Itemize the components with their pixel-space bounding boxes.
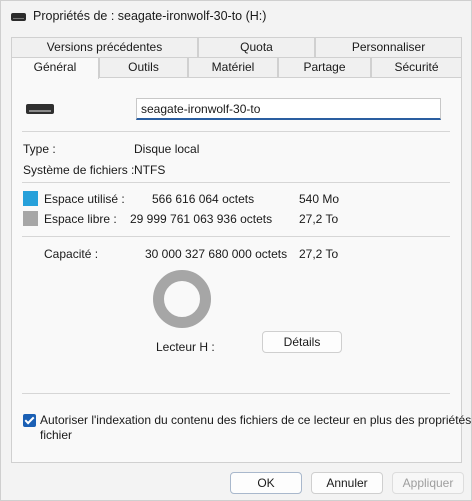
used-space-label: Espace utilisé :	[44, 192, 125, 206]
cancel-button[interactable]: Annuler	[311, 472, 383, 494]
used-space-bytes: 566 616 064 octets	[152, 192, 255, 206]
details-button[interactable]: Détails	[262, 331, 342, 353]
index-content-checkbox[interactable]	[23, 414, 36, 427]
free-space-bytes: 29 999 761 063 936 octets	[130, 212, 273, 226]
general-tab-panel: Type : Disque local Système de fichiers …	[11, 77, 472, 463]
disk-usage-donut	[153, 270, 211, 328]
filesystem-value: NTFS	[134, 163, 166, 177]
tab-security[interactable]: Sécurité	[371, 57, 462, 77]
drive-letter-label: Lecteur H :	[156, 340, 215, 354]
divider	[22, 393, 450, 394]
capacity-size: 27,2 To	[299, 247, 339, 261]
type-value: Disque local	[134, 142, 200, 156]
tab-quota[interactable]: Quota	[198, 37, 315, 57]
used-space-size: 540 Mo	[299, 192, 340, 206]
tab-customize[interactable]: Personnaliser	[315, 37, 462, 57]
ok-button[interactable]: OK	[230, 472, 302, 494]
used-space-swatch	[23, 191, 38, 206]
title-bar[interactable]: Propriétés de : seagate-ironwolf-30-to (…	[1, 1, 471, 35]
capacity-bytes: 30 000 327 680 000 octets	[145, 247, 288, 261]
tabs-row-back: Versions précédentes Quota Personnaliser	[11, 37, 462, 57]
divider	[22, 131, 450, 132]
index-content-label-line1: Autoriser l'indexation du contenu des fi…	[40, 413, 472, 427]
tab-hardware[interactable]: Matériel	[188, 57, 278, 77]
free-space-swatch	[23, 211, 38, 226]
tab-tools[interactable]: Outils	[99, 57, 188, 77]
drive-name-input[interactable]	[136, 98, 441, 120]
divider	[22, 182, 450, 183]
divider	[22, 236, 450, 237]
free-space-label: Espace libre :	[44, 212, 117, 226]
drive-icon	[11, 13, 26, 21]
window-title: Propriétés de : seagate-ironwolf-30-to (…	[33, 9, 267, 23]
tab-previous-versions[interactable]: Versions précédentes	[11, 37, 198, 57]
type-label: Type :	[23, 142, 56, 156]
index-content-label-line2: fichier	[40, 428, 73, 442]
properties-window: Propriétés de : seagate-ironwolf-30-to (…	[0, 0, 472, 501]
tab-sharing[interactable]: Partage	[278, 57, 371, 77]
capacity-label: Capacité :	[44, 247, 99, 261]
free-space-size: 27,2 To	[299, 212, 339, 226]
filesystem-label: Système de fichiers :	[23, 163, 135, 177]
tab-general[interactable]: Général	[11, 57, 99, 79]
apply-button[interactable]: Appliquer	[392, 472, 464, 494]
tabs-row-front: Général Outils Matériel Partage Sécurité	[11, 57, 462, 79]
hard-drive-icon	[26, 104, 54, 114]
